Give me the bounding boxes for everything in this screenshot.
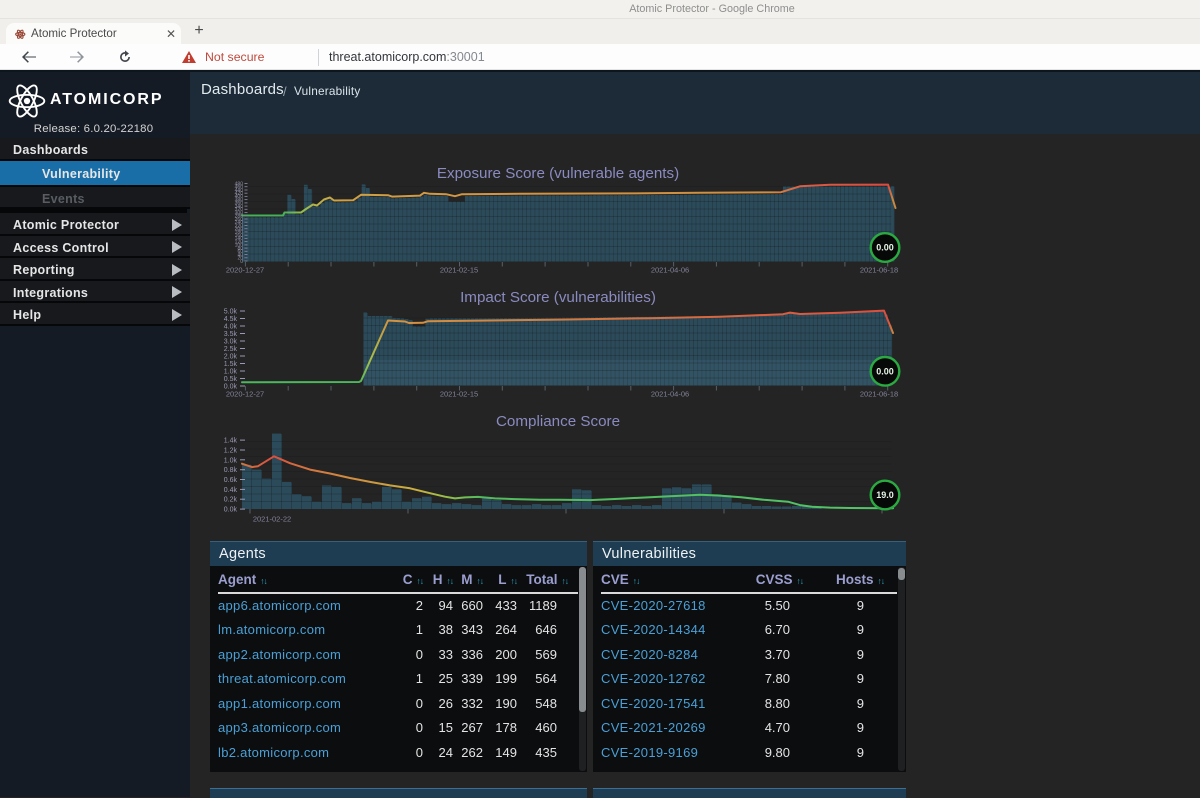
svg-text:0.6k: 0.6k [224,477,238,484]
svg-text:2021-06-18: 2021-06-18 [860,266,898,275]
svg-text:2021-04-06: 2021-04-06 [651,390,689,399]
svg-text:1.2k: 1.2k [224,448,238,455]
svg-text:2021-02-22: 2021-02-22 [253,515,291,524]
svg-text:1.0k: 1.0k [224,457,238,464]
svg-text:2.0k: 2.0k [224,354,238,361]
svg-text:2.5k: 2.5k [224,346,238,353]
svg-text:1.4k: 1.4k [224,438,238,445]
svg-text:19.0: 19.0 [876,490,894,500]
svg-text:0: 0 [240,259,243,265]
svg-text:0.4k: 0.4k [224,487,238,494]
svg-text:2021-02-15: 2021-02-15 [440,266,478,275]
svg-text:Compliance Score: Compliance Score [496,413,620,430]
svg-text:5.0k: 5.0k [224,309,238,316]
svg-text:2021-02-15: 2021-02-15 [440,390,478,399]
svg-text:1.5k: 1.5k [224,361,238,368]
svg-text:3.5k: 3.5k [224,331,238,338]
svg-text:4.0k: 4.0k [224,324,238,331]
svg-text:2020-12-27: 2020-12-27 [226,390,264,399]
svg-text:0.0k: 0.0k [224,507,238,514]
svg-text:0.8k: 0.8k [224,467,238,474]
svg-text:2021-06-18: 2021-06-18 [860,390,898,399]
svg-text:2020-12-27: 2020-12-27 [226,266,264,275]
svg-text:1.0k: 1.0k [224,369,238,376]
svg-text:4.5k: 4.5k [224,316,238,323]
svg-text:2021-04-06: 2021-04-06 [651,266,689,275]
svg-text:Impact Score (vulnerabilities): Impact Score (vulnerabilities) [460,289,656,306]
svg-text:0.2k: 0.2k [224,497,238,504]
svg-text:0.00: 0.00 [876,367,894,377]
svg-text:Exposure Score (vulnerable age: Exposure Score (vulnerable agents) [437,165,679,182]
svg-text:0.5k: 0.5k [224,376,238,383]
svg-text:3.0k: 3.0k [224,339,238,346]
svg-text:0.00: 0.00 [876,243,894,253]
